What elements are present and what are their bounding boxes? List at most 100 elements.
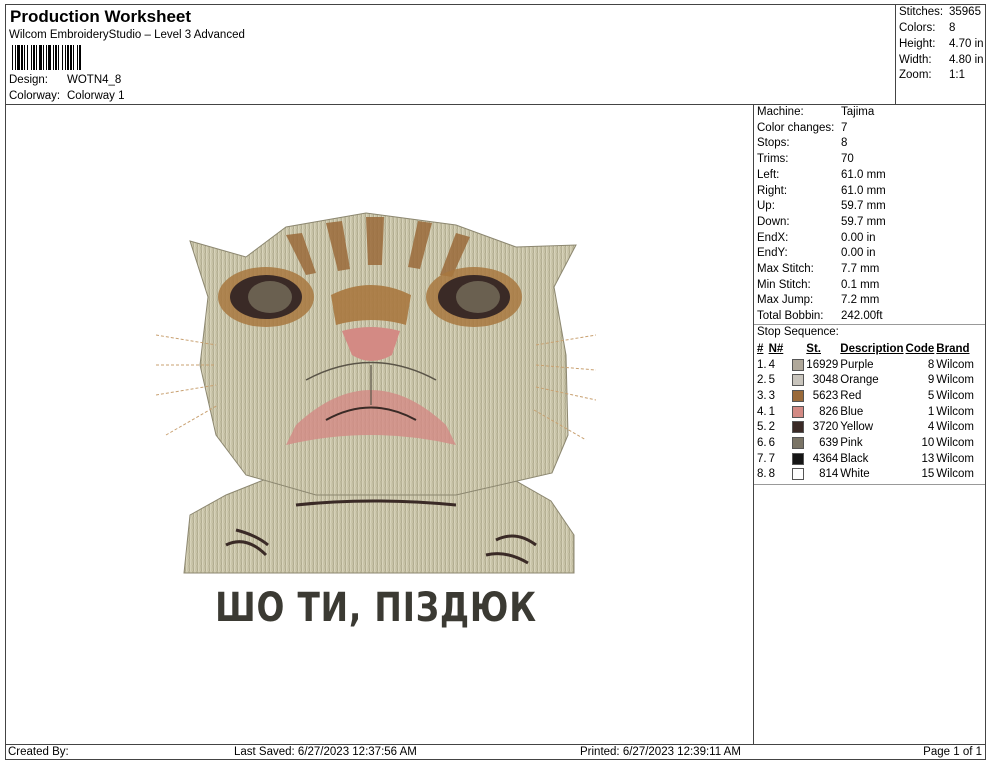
info-label: Down: [757,215,790,228]
design-value: WOTN4_8 [67,74,122,86]
machine-info-row: Right: 61.0 mm [757,185,886,197]
summary-row: Colors: 8 [899,22,955,34]
table-row: 8. 8 814 White 15 Wilcom [756,467,975,483]
thread-code: 5 [927,389,935,402]
swatch-icon [792,374,805,387]
info-label: Color changes: [757,121,835,134]
machine-info-row: Max Jump: 7.2 mm [757,294,879,306]
machine-info-row: Machine: Tajima [757,106,874,118]
info-value: 0.00 in [841,247,876,260]
color-swatch [791,435,805,451]
thread-brand: Wilcom [936,405,974,418]
col-swatch [791,341,805,357]
needle-number: 7 [768,452,775,465]
table-row: 5. 2 3720 Yellow 4 Wilcom [756,419,975,435]
summary-row: Width: 4.80 in [899,54,984,66]
thread-code: 13 [921,452,935,465]
swatch-icon [792,452,805,465]
info-label: Max Stitch: [757,263,814,275]
machine-info-row: Left: 61.0 mm [757,169,886,181]
color-description: Pink [840,436,863,449]
summary-value: 35965 [949,6,981,18]
row-number: 5. [757,421,767,434]
needle-number: 5 [768,374,775,387]
summary-label: Colors: [899,22,936,34]
colorway-label: Colorway: [9,90,61,102]
stop-sequence-title: Stop Sequence: [757,326,839,338]
info-label: Max Jump: [757,294,814,307]
color-description: Blue [840,405,864,418]
table-row: 1. 4 16929 Purple 8 Wilcom [756,357,975,373]
color-description: Orange [840,374,879,387]
table-row: 3. 3 5623 Red 5 Wilcom [756,388,975,404]
info-label: Up: [757,200,775,213]
info-value: 0.1 mm [841,278,880,291]
info-value: Tajima [841,106,875,118]
thread-brand: Wilcom [936,374,974,387]
summary-label: Height: [899,38,936,50]
col-n: N# [768,342,784,355]
info-value: 7 [841,121,848,134]
divider [754,484,985,485]
info-value: 242.00ft [841,310,883,323]
row-number: 2. [757,374,767,387]
info-value: 0.00 in [841,231,876,244]
last-saved: Last Saved: 6/27/2023 12:37:56 AM [234,746,417,758]
info-value: 7.7 mm [841,263,880,275]
summary-value: 4.80 in [949,54,984,66]
thread-code: 15 [921,468,935,481]
machine-info-row: Total Bobbin: 242.00ft [757,310,883,322]
stitch-count: 3048 [812,374,839,387]
swatch-icon [792,389,805,402]
swatch-icon [792,358,805,371]
col-code: Code [905,342,935,355]
color-swatch [791,451,805,467]
design-row: Design: WOTN4_8 [9,74,121,86]
row-number: 3. [757,389,767,402]
design-caption-text: ШО ТИ, ПІЗДЮК [215,585,537,631]
table-row: 4. 1 826 Blue 1 Wilcom [756,404,975,420]
needle-number: 8 [768,468,775,481]
machine-info-row: Max Stitch: 7.7 mm [757,263,879,275]
worksheet-header: Production Worksheet Wilcom EmbroiderySt… [5,4,896,105]
summary-row: Zoom: 1:1 [899,69,965,81]
info-label: Total Bobbin: [757,310,824,323]
thread-brand: Wilcom [936,389,974,402]
design-preview: ШО ТИ, ПІЗДЮК [5,104,754,745]
needle-number: 3 [768,389,775,402]
thread-brand: Wilcom [936,358,974,371]
swatch-icon [792,468,805,481]
info-label: Left: [757,168,780,181]
info-value: 70 [841,153,854,166]
machine-info-row: Trims: 70 [757,153,854,165]
summary-row: Stitches: 35965 [899,6,981,18]
stop-sequence-table: # N# St. Description Code Brand 1. 4 16929… [756,341,975,482]
thread-brand: Wilcom [936,468,974,481]
needle-number: 1 [768,405,775,418]
divider [754,324,985,325]
info-label: EndY: [757,247,788,260]
color-description: White [840,468,870,481]
color-swatch [791,388,805,404]
machine-info-row: EndX: 0.00 in [757,232,876,244]
embroidery-cat-image [156,212,596,574]
color-swatch [791,404,805,420]
stitch-count: 639 [819,436,839,449]
machine-info-row: Stops: 8 [757,137,847,149]
thread-code: 9 [927,374,935,387]
info-value: 59.7 mm [841,215,886,228]
summary-value: 8 [949,22,956,34]
summary-value: 4.70 in [949,38,984,50]
swatch-icon [792,436,805,449]
swatch-icon [792,405,805,418]
info-value: 61.0 mm [841,168,886,181]
color-swatch [791,467,805,483]
table-row: 7. 7 4364 Black 13 Wilcom [756,451,975,467]
thread-brand: Wilcom [936,421,974,434]
row-number: 4. [757,405,767,418]
barcode [12,45,81,70]
page-number: Page 1 of 1 [923,746,982,758]
worksheet-footer: Created By: Last Saved: 6/27/2023 12:37:… [5,744,986,760]
info-label: Right: [757,184,788,197]
color-description: Black [840,452,869,465]
